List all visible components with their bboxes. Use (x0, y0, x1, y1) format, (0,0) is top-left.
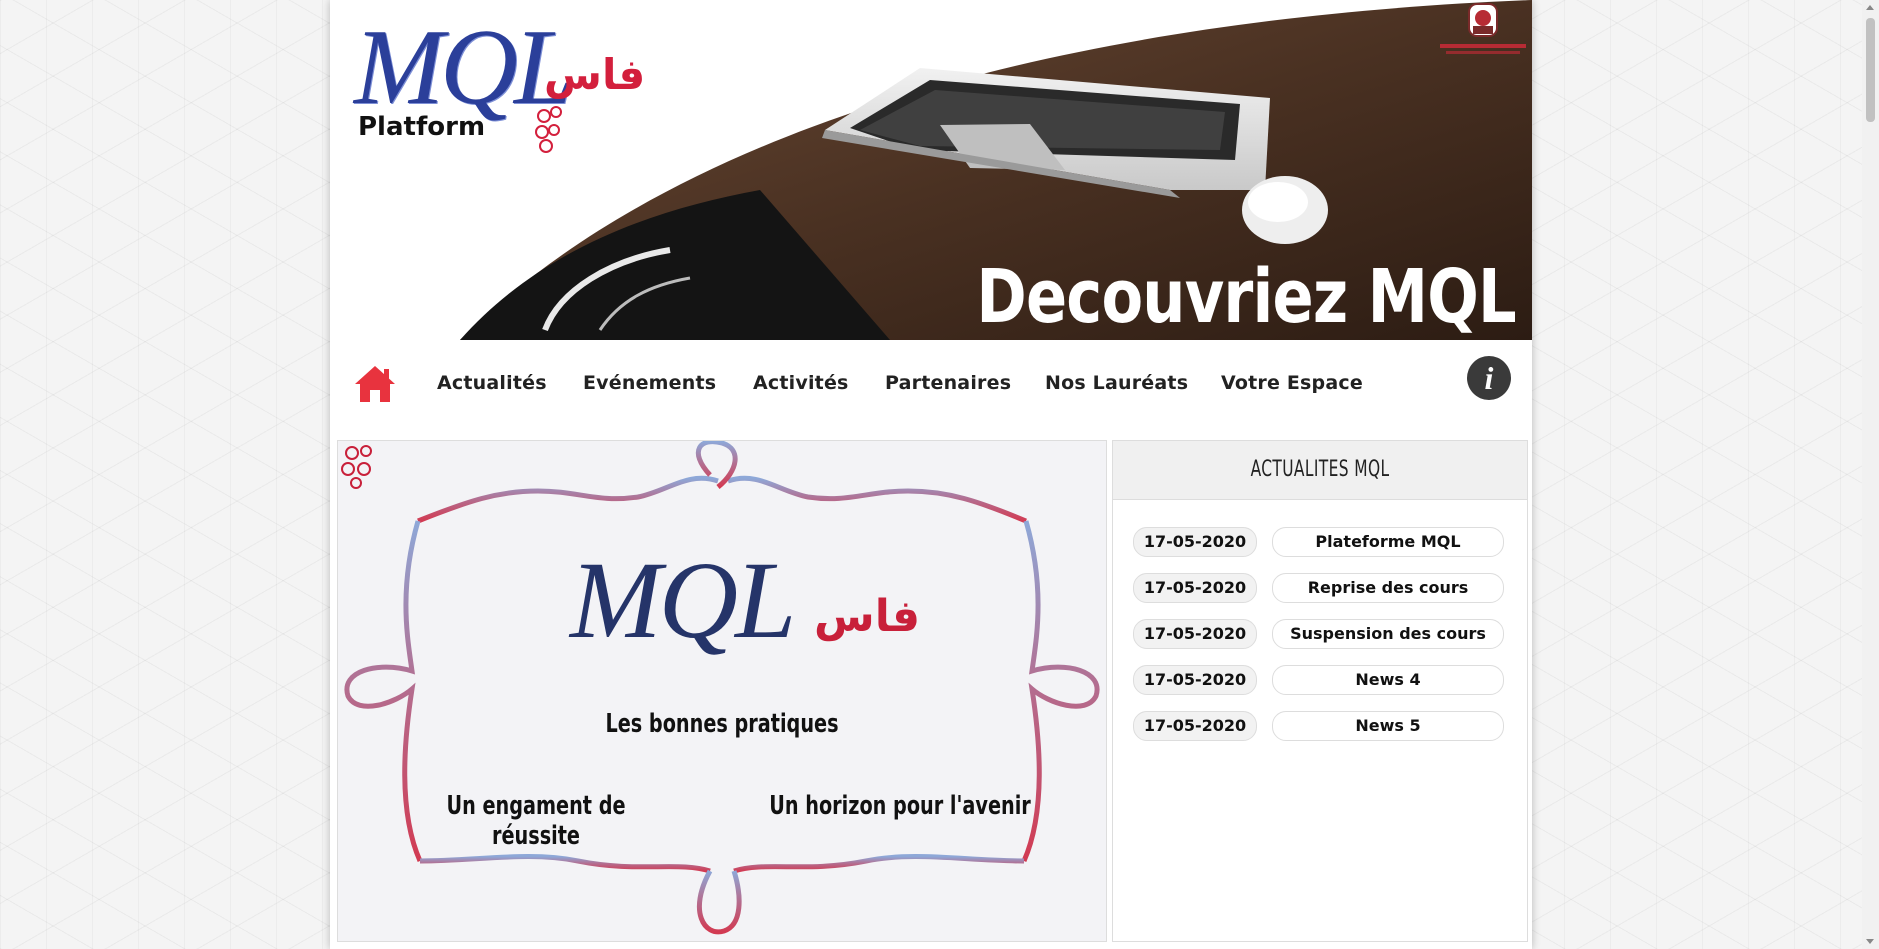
news-item: 17-05-2020 News 5 (1133, 711, 1505, 741)
slide-right-caption: Un horizon pour l'avenir (769, 791, 1031, 821)
news-title-link[interactable]: Plateforme MQL (1272, 527, 1504, 557)
page-container: MQL Platform فاس Decouvriez MQL Actualit… (330, 0, 1532, 949)
logo-arabic-text: فاس (544, 50, 646, 99)
hero-slide[interactable]: MQL فاس Les bonnes pratiques Un engament… (337, 440, 1107, 942)
scroll-thumb[interactable] (1866, 18, 1875, 122)
news-date: 17-05-2020 (1133, 619, 1257, 649)
slide-subtitle: Les bonnes pratiques (605, 709, 839, 739)
nav-evenements[interactable]: Evénements (583, 372, 716, 394)
slide-left-caption: Un engament de réussite (446, 791, 626, 851)
news-panel: ACTUALITES MQL 17-05-2020 Plateforme MQL… (1112, 440, 1528, 942)
logo-platform-text: Platform (358, 112, 486, 142)
main-nav: Actualités Evénements Activités Partenai… (330, 350, 1532, 418)
slide-mql-logo: MQL (570, 539, 796, 661)
news-title-link[interactable]: Suspension des cours (1272, 619, 1504, 649)
info-icon[interactable]: i (1467, 356, 1511, 400)
news-date: 17-05-2020 (1133, 527, 1257, 557)
news-title-link[interactable]: Reprise des cours (1272, 573, 1504, 603)
university-emblem-icon (1440, 3, 1526, 54)
news-item: 17-05-2020 News 4 (1133, 665, 1505, 695)
logo-flower-icon (535, 106, 562, 153)
news-date: 17-05-2020 (1133, 573, 1257, 603)
nav-partenaires[interactable]: Partenaires (885, 372, 1011, 394)
news-panel-title: ACTUALITES MQL (1250, 457, 1390, 482)
slide-arabic-text: فاس (814, 591, 921, 642)
scroll-down-icon[interactable] (1866, 939, 1874, 944)
news-date: 17-05-2020 (1133, 711, 1257, 741)
ribbon-frame (344, 441, 1100, 935)
nav-actualites[interactable]: Actualités (437, 372, 547, 394)
scroll-up-icon[interactable] (1866, 5, 1874, 10)
page-scrollbar[interactable] (1862, 0, 1879, 949)
slide-flower-icon (341, 445, 372, 489)
banner-title: Decouvriez MQL (976, 254, 1517, 340)
news-item: 17-05-2020 Suspension des cours (1133, 619, 1505, 649)
news-item: 17-05-2020 Reprise des cours (1133, 573, 1505, 603)
news-title-link[interactable]: News 4 (1272, 665, 1504, 695)
home-icon[interactable] (354, 364, 396, 404)
header-banner: MQL Platform فاس Decouvriez MQL (330, 0, 1532, 340)
mql-platform-logo[interactable]: MQL Platform فاس (354, 6, 654, 156)
nav-laureats[interactable]: Nos Lauréats (1045, 372, 1188, 394)
news-panel-header: ACTUALITES MQL (1113, 441, 1527, 500)
nav-votre-espace[interactable]: Votre Espace (1221, 372, 1363, 394)
news-title-link[interactable]: News 5 (1272, 711, 1504, 741)
news-item: 17-05-2020 Plateforme MQL (1133, 527, 1505, 557)
news-date: 17-05-2020 (1133, 665, 1257, 695)
nav-activites[interactable]: Activités (753, 372, 849, 394)
